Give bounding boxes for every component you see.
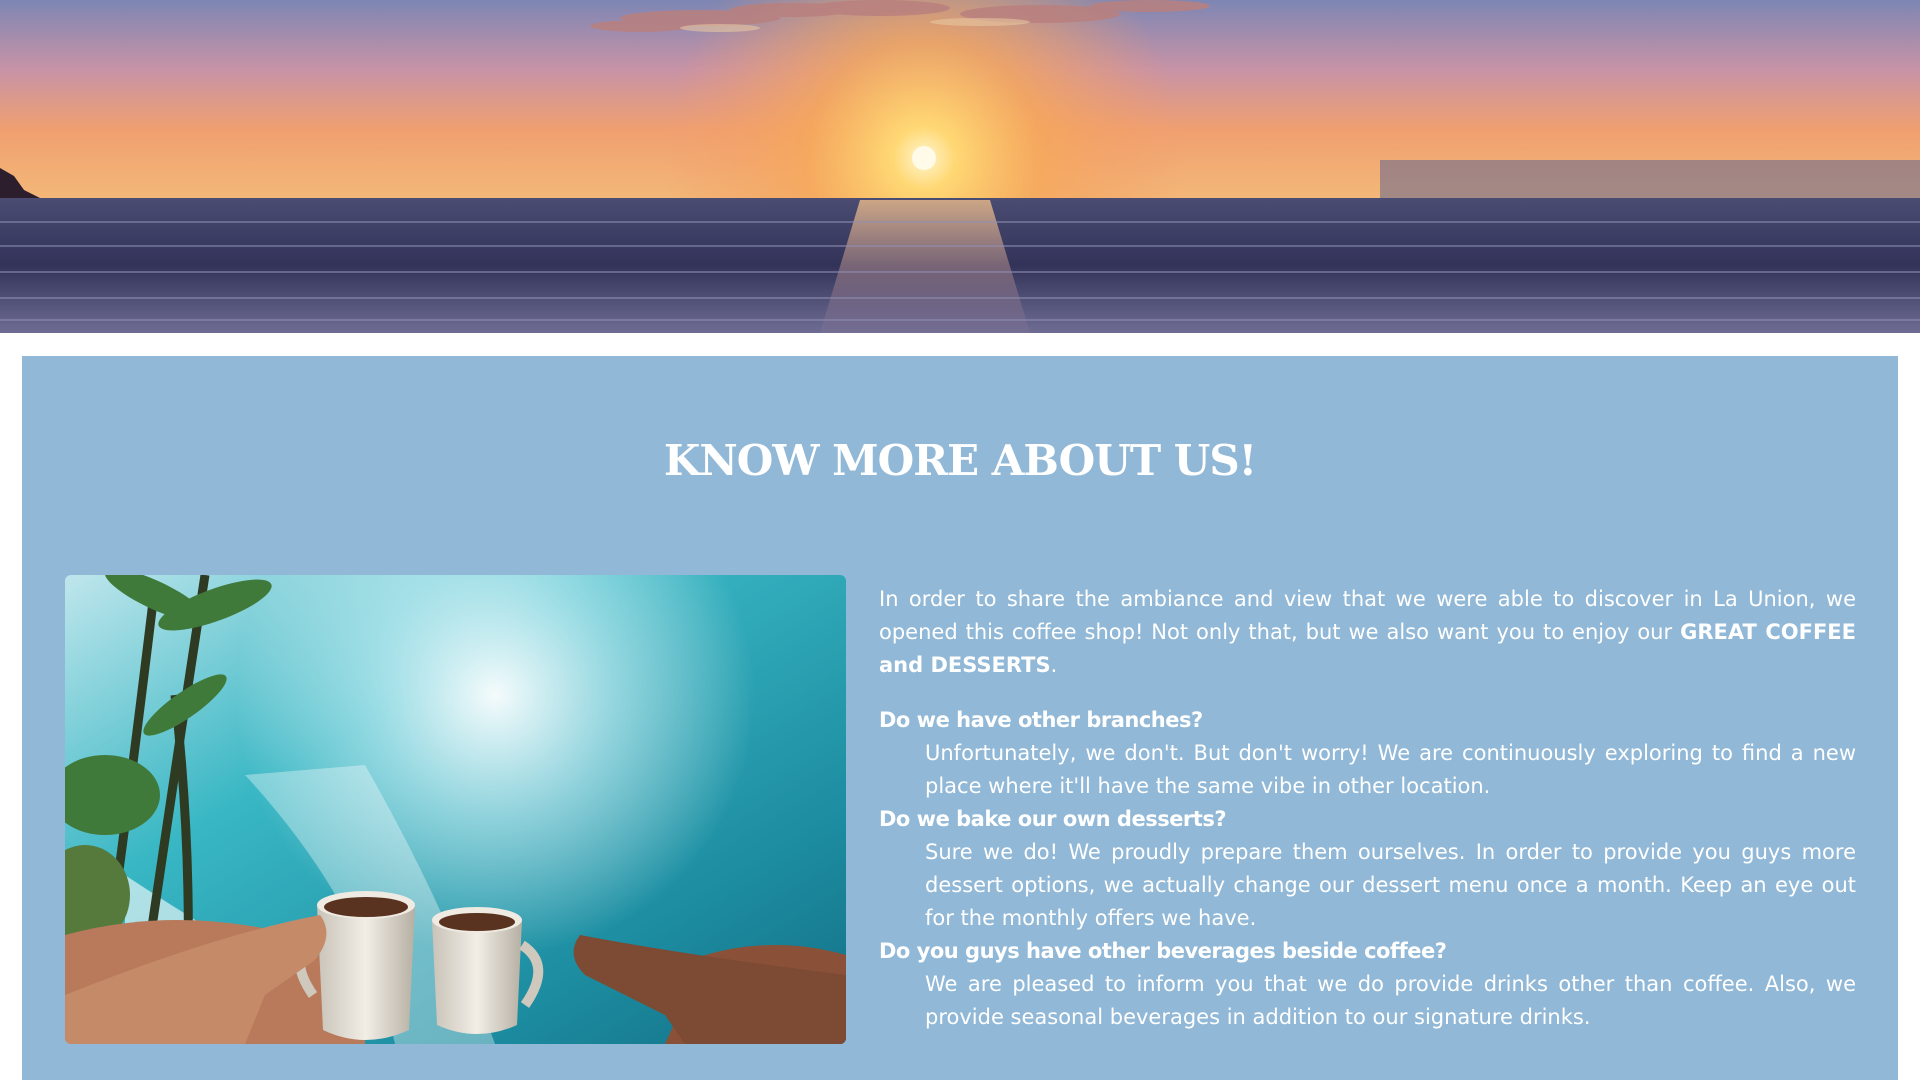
faq-answer: Sure we do! We proudly prepare them ours… <box>925 840 1856 930</box>
faq-question: Do we bake our own desserts? <box>879 807 1227 831</box>
about-intro: In order to share the ambiance and view … <box>879 583 1856 682</box>
faq-question: Do you guys have other beverages beside … <box>879 939 1447 963</box>
sunset-ocean-image <box>0 0 1920 333</box>
about-section: KNOW MORE ABOUT US! In order to share th… <box>22 356 1898 1080</box>
faq-question: Do we have other branches? <box>879 708 1203 732</box>
coffee-mugs-beach-image <box>65 575 846 1044</box>
coffee-beach-photo <box>65 575 846 1044</box>
faq-list: Do we have other branches? Unfortunately… <box>879 704 1856 1034</box>
faq-answer: We are pleased to inform you that we do … <box>925 972 1856 1029</box>
faq-answer: Unfortunately, we don't. But don't worry… <box>925 741 1856 798</box>
hero-banner <box>0 0 1920 333</box>
about-title: KNOW MORE ABOUT US! <box>663 436 1257 485</box>
about-text: In order to share the ambiance and view … <box>879 583 1856 1034</box>
intro-end: . <box>1050 653 1058 677</box>
